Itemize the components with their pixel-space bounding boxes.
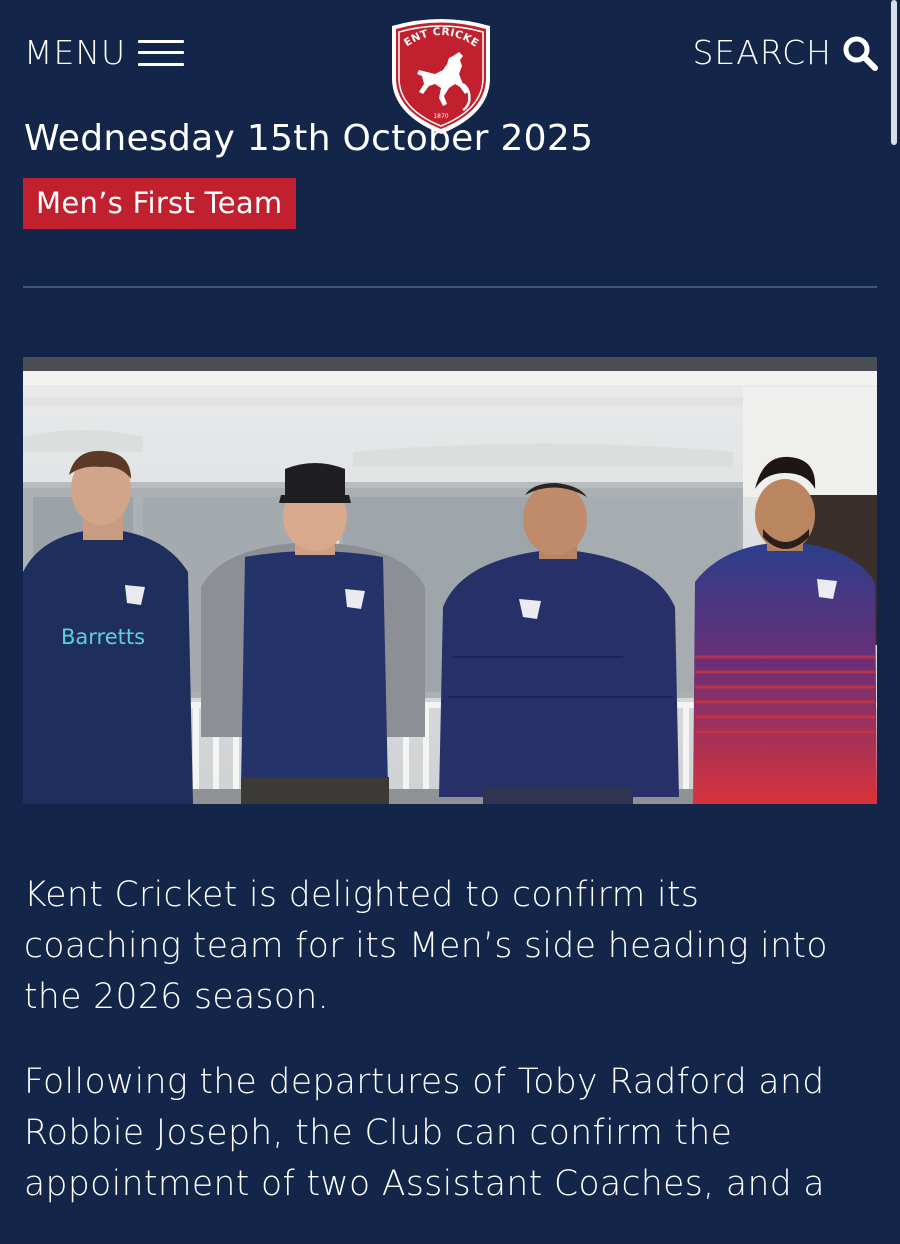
menu-label: MENU <box>24 33 127 72</box>
menu-button[interactable]: MENU <box>24 33 185 72</box>
article-photo: Barretts <box>23 357 877 804</box>
divider <box>23 286 877 288</box>
article-paragraph: Kent Cricket is delighted to confirm its… <box>24 875 828 1017</box>
article-paragraph: Following the departures of Toby Radford… <box>24 1062 825 1204</box>
svg-text:1870: 1870 <box>433 113 448 120</box>
search-icon <box>843 36 878 71</box>
kent-cricket-logo[interactable]: KENT CRICKET 1870 <box>385 5 493 136</box>
search-label: SEARCH <box>692 33 832 72</box>
category-tag[interactable]: Men’s First Team <box>23 178 296 229</box>
hamburger-icon <box>138 39 185 66</box>
article-body: Kent Cricket is delighted to confirm its… <box>24 870 864 1244</box>
svg-text:Barretts: Barretts <box>61 625 145 649</box>
search-button[interactable]: SEARCH <box>692 33 878 72</box>
page-scrollbar[interactable] <box>891 0 897 145</box>
article-date: Wednesday 15th October 2025 <box>24 118 594 159</box>
